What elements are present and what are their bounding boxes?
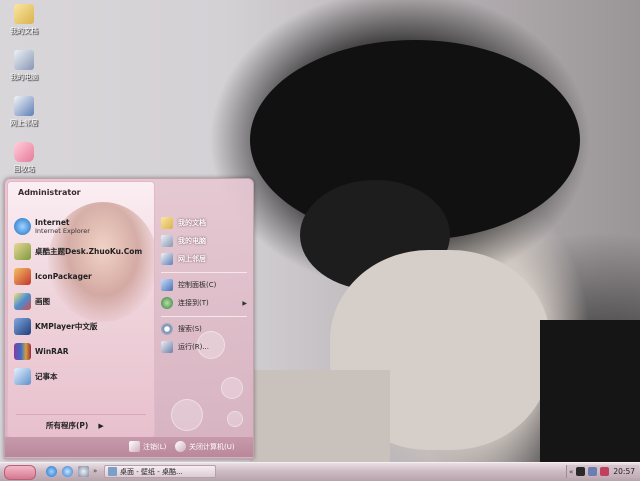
system-tray: « 20:57 xyxy=(566,465,639,478)
taskbar: » 桌面 - 壁纸 - 桌酷... « 20:57 xyxy=(0,462,640,481)
tray-volume-icon[interactable] xyxy=(600,467,610,476)
right-item-network[interactable]: 网上邻居 xyxy=(161,251,206,267)
computer-icon xyxy=(161,235,173,247)
pinned-zhuoku[interactable]: 桌酷主题Desk.ZhuoKu.Com xyxy=(14,241,142,261)
wallpaper-neck xyxy=(250,370,390,462)
pinned-iconpackager[interactable]: IconPackager xyxy=(14,266,92,286)
pinned-winrar[interactable]: WinRAR xyxy=(14,341,69,361)
user-name: Administrator xyxy=(18,188,81,197)
zhuoku-icon xyxy=(14,242,31,260)
network-icon xyxy=(161,253,173,265)
quicklaunch-browser-icon[interactable] xyxy=(62,466,73,477)
computer-icon xyxy=(14,50,34,70)
right-item-connect-to[interactable]: 连接到(T) ▶ xyxy=(161,295,249,311)
ie-icon xyxy=(14,217,31,235)
right-item-run[interactable]: 运行(R)... xyxy=(161,339,209,355)
tray-expand-icon[interactable]: « xyxy=(569,468,573,476)
right-item-control-panel[interactable]: 控制面板(C) xyxy=(161,277,216,293)
power-icon xyxy=(175,441,186,452)
network-icon xyxy=(14,96,34,116)
kmplayer-icon xyxy=(14,317,31,335)
shutdown-button[interactable]: 关闭计算机(U) xyxy=(175,441,235,452)
recycle-bin-icon xyxy=(14,142,34,162)
iconpackager-icon xyxy=(14,267,31,285)
desktop-icon-network[interactable]: 网上邻居 xyxy=(4,96,44,128)
desktop-icon-recycle-bin[interactable]: 回收站 xyxy=(4,142,44,174)
all-programs-button[interactable]: 所有程序(P) ▶ xyxy=(46,420,104,431)
start-button[interactable] xyxy=(4,465,36,480)
submenu-arrow-icon: ▶ xyxy=(242,299,247,307)
window-icon xyxy=(108,467,117,476)
start-menu: Administrator Internet Internet Explorer… xyxy=(4,178,254,459)
start-menu-footer: 注销(L) 关闭计算机(U) xyxy=(5,437,253,457)
quicklaunch-expand-icon[interactable]: » xyxy=(93,467,97,475)
desktop-icon-my-documents[interactable]: 我的文档 xyxy=(4,4,44,36)
notepad-icon xyxy=(14,367,31,385)
folder-icon xyxy=(161,217,173,229)
winrar-icon xyxy=(14,342,31,360)
right-item-my-computer[interactable]: 我的电脑 xyxy=(161,233,206,249)
control-panel-icon xyxy=(161,279,173,291)
pinned-notepad[interactable]: 记事本 xyxy=(14,366,58,386)
decor-bubble xyxy=(227,411,243,427)
right-separator xyxy=(161,272,247,273)
search-icon xyxy=(161,323,173,335)
right-item-my-documents[interactable]: 我的文档 xyxy=(161,215,206,231)
pinned-kmplayer[interactable]: KMPlayer中文版 xyxy=(14,316,97,336)
arrow-right-icon: ▶ xyxy=(98,422,104,430)
pinned-paint[interactable]: 画图 xyxy=(14,291,50,311)
clock[interactable]: 20:57 xyxy=(613,467,635,476)
tray-app-icon[interactable] xyxy=(576,467,586,476)
left-pane-divider xyxy=(16,414,146,415)
right-item-search[interactable]: 搜索(S) xyxy=(161,321,202,337)
right-separator xyxy=(161,316,247,317)
connect-icon xyxy=(161,297,173,309)
logoff-button[interactable]: 注销(L) xyxy=(129,441,166,452)
decor-bubble xyxy=(221,377,243,399)
start-menu-right-pane: 我的文档 我的电脑 网上邻居 控制面板(C) 连接到(T) ▶ 搜索(S) 运行… xyxy=(157,181,251,436)
start-menu-left-pane: Administrator Internet Internet Explorer… xyxy=(7,181,155,438)
run-icon xyxy=(161,341,173,353)
paint-icon xyxy=(14,292,31,310)
key-icon xyxy=(129,441,140,452)
decor-bubble xyxy=(171,399,203,431)
pinned-internet[interactable]: Internet Internet Explorer xyxy=(14,216,90,236)
desktop-icon-my-computer[interactable]: 我的电脑 xyxy=(4,50,44,82)
quicklaunch-desktop-icon[interactable] xyxy=(78,466,89,477)
quicklaunch-ie-icon[interactable] xyxy=(46,466,57,477)
taskbar-window-button[interactable]: 桌面 - 壁纸 - 桌酷... xyxy=(104,465,216,478)
wallpaper-shirt xyxy=(540,320,640,462)
tray-network-icon[interactable] xyxy=(588,467,598,476)
folder-icon xyxy=(14,4,34,24)
